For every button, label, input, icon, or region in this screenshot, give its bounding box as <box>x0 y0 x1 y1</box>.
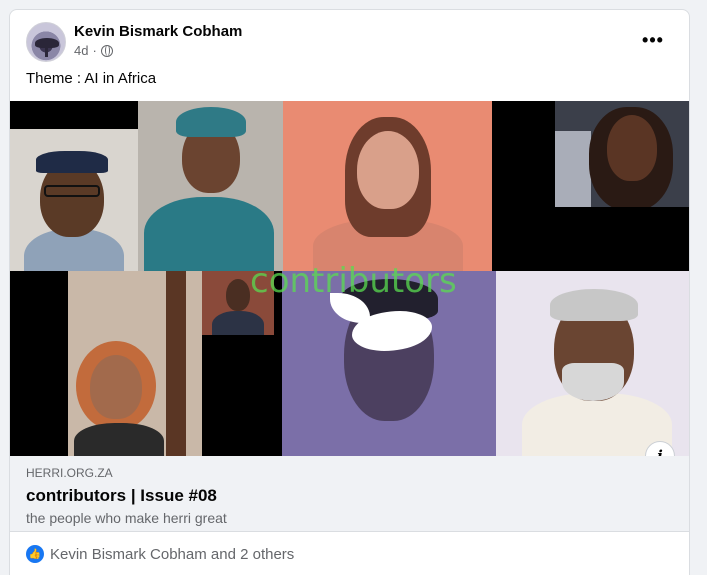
avatar[interactable] <box>26 22 66 62</box>
post-card: Kevin Bismark Cobham 4d · ••• Theme : AI… <box>9 9 690 575</box>
post-timestamp[interactable]: 4d <box>74 43 88 58</box>
link-preview-meta[interactable]: HERRI.ORG.ZA contributors | Issue #08 th… <box>10 456 689 532</box>
link-domain: HERRI.ORG.ZA <box>26 466 113 480</box>
avatar-trunk-shape <box>45 45 48 57</box>
post-header: Kevin Bismark Cobham 4d · ••• <box>10 10 689 70</box>
portrait-tile-3 <box>283 101 492 271</box>
portrait-tile-2 <box>138 101 283 271</box>
more-options-button[interactable]: ••• <box>635 26 671 54</box>
more-options-icon: ••• <box>642 29 664 50</box>
link-preview-image[interactable]: contributors <box>10 101 689 456</box>
like-icon: 👍 <box>26 545 44 563</box>
link-title[interactable]: contributors | Issue #08 <box>26 486 217 506</box>
portrait-tile-4 <box>555 101 689 207</box>
portrait-tile-5 <box>68 271 202 456</box>
author-name[interactable]: Kevin Bismark Cobham <box>74 23 242 40</box>
portrait-tile-1 <box>10 129 138 271</box>
link-description: the people who make herri great <box>26 510 227 526</box>
reactions-summary[interactable]: 👍 Kevin Bismark Cobham and 2 others <box>26 545 294 563</box>
globe-icon[interactable] <box>100 44 113 57</box>
image-overlay-text: contributors <box>250 261 457 301</box>
reactions-text[interactable]: Kevin Bismark Cobham and 2 others <box>50 546 294 563</box>
portrait-tile-8 <box>496 271 689 456</box>
meta-separator: · <box>92 43 97 58</box>
post-meta: 4d · <box>74 43 113 58</box>
post-text: Theme : AI in Africa <box>26 70 157 87</box>
